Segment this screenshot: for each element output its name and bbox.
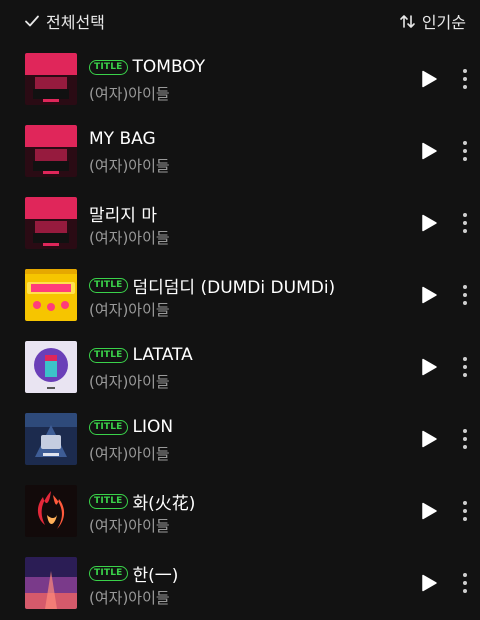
song-row[interactable]: 말리지 마 (여자)아이들 xyxy=(0,187,480,259)
song-row[interactable]: TITLE LION (여자)아이들 xyxy=(0,403,480,475)
song-row[interactable]: TITLE 한(一) (여자)아이들 xyxy=(0,547,480,619)
song-title-line[interactable]: TITLE 덤디덤디 (DUMDi DUMDi) xyxy=(89,273,335,298)
album-cover[interactable] xyxy=(25,125,77,177)
more-options-icon[interactable] xyxy=(456,212,474,234)
play-icon[interactable] xyxy=(420,574,438,592)
album-cover[interactable] xyxy=(25,485,77,537)
song-title: MY BAG xyxy=(89,129,156,149)
song-title-line[interactable]: TITLE LATATA xyxy=(89,345,193,365)
play-icon[interactable] xyxy=(420,214,438,232)
song-title: LION xyxy=(132,417,174,437)
song-row[interactable]: MY BAG (여자)아이들 xyxy=(0,115,480,187)
song-list: TITLE TOMBOY (여자)아이들 MY BAG (여자)아이들 말리지 마 (여… xyxy=(0,43,480,619)
album-cover[interactable] xyxy=(25,53,77,105)
play-icon[interactable] xyxy=(420,70,438,88)
more-options-icon[interactable] xyxy=(456,68,474,90)
song-artist[interactable]: (여자)아이들 xyxy=(89,443,170,464)
song-title: 말리지 마 xyxy=(89,206,157,226)
title-track-badge: TITLE xyxy=(89,278,128,293)
song-artist[interactable]: (여자)아이들 xyxy=(89,587,170,608)
sort-arrows-icon xyxy=(400,14,415,28)
album-cover[interactable] xyxy=(25,341,77,393)
check-icon xyxy=(25,15,39,27)
play-icon[interactable] xyxy=(420,430,438,448)
play-icon[interactable] xyxy=(420,358,438,376)
song-row[interactable]: TITLE TOMBOY (여자)아이들 xyxy=(0,43,480,115)
song-row[interactable]: TITLE LATATA (여자)아이들 xyxy=(0,331,480,403)
song-title: LATATA xyxy=(132,345,193,365)
album-cover[interactable] xyxy=(25,197,77,249)
song-title-line[interactable]: TITLE TOMBOY xyxy=(89,57,205,77)
play-icon[interactable] xyxy=(420,502,438,520)
more-options-icon[interactable] xyxy=(456,356,474,378)
song-title-line[interactable]: TITLE 화(火花) xyxy=(89,489,195,514)
sort-button[interactable]: 인기순 xyxy=(399,9,466,33)
title-track-badge: TITLE xyxy=(89,419,128,435)
more-options-icon[interactable] xyxy=(456,428,474,450)
title-track-badge: TITLE xyxy=(89,494,128,509)
song-row[interactable]: TITLE 화(火花) (여자)아이들 xyxy=(0,475,480,547)
more-options-icon[interactable] xyxy=(456,572,474,594)
song-title-line[interactable]: TITLE 한(一) xyxy=(89,561,178,586)
album-cover[interactable] xyxy=(25,269,77,321)
more-options-icon[interactable] xyxy=(456,140,474,162)
select-all-button[interactable]: 전체선택 xyxy=(24,9,105,33)
play-icon[interactable] xyxy=(420,286,438,304)
list-header: 전체선택 인기순 xyxy=(0,0,480,40)
song-artist[interactable]: (여자)아이들 xyxy=(89,155,170,176)
song-artist[interactable]: (여자)아이들 xyxy=(89,299,170,320)
song-title: 한(一) xyxy=(132,566,179,586)
title-track-badge: TITLE xyxy=(89,347,128,363)
song-title-line[interactable]: MY BAG xyxy=(89,129,156,149)
more-options-icon[interactable] xyxy=(456,500,474,522)
song-title-line[interactable]: 말리지 마 xyxy=(89,201,157,226)
title-track-badge: TITLE xyxy=(89,566,128,581)
song-title: 덤디덤디 (DUMDi DUMDi) xyxy=(132,278,336,298)
song-row[interactable]: TITLE 덤디덤디 (DUMDi DUMDi) (여자)아이들 xyxy=(0,259,480,331)
play-icon[interactable] xyxy=(420,142,438,160)
select-all-label: 전체선택 xyxy=(46,13,105,32)
song-artist[interactable]: (여자)아이들 xyxy=(89,371,170,392)
album-cover[interactable] xyxy=(25,413,77,465)
song-artist[interactable]: (여자)아이들 xyxy=(89,227,170,248)
more-options-icon[interactable] xyxy=(456,284,474,306)
title-track-badge: TITLE xyxy=(89,59,128,75)
song-title-line[interactable]: TITLE LION xyxy=(89,417,173,437)
sort-label: 인기순 xyxy=(421,13,466,32)
album-cover[interactable] xyxy=(25,557,77,609)
song-title: TOMBOY xyxy=(132,57,206,77)
song-title: 화(火花) xyxy=(132,494,196,514)
song-artist[interactable]: (여자)아이들 xyxy=(89,515,170,536)
song-artist[interactable]: (여자)아이들 xyxy=(89,83,170,104)
